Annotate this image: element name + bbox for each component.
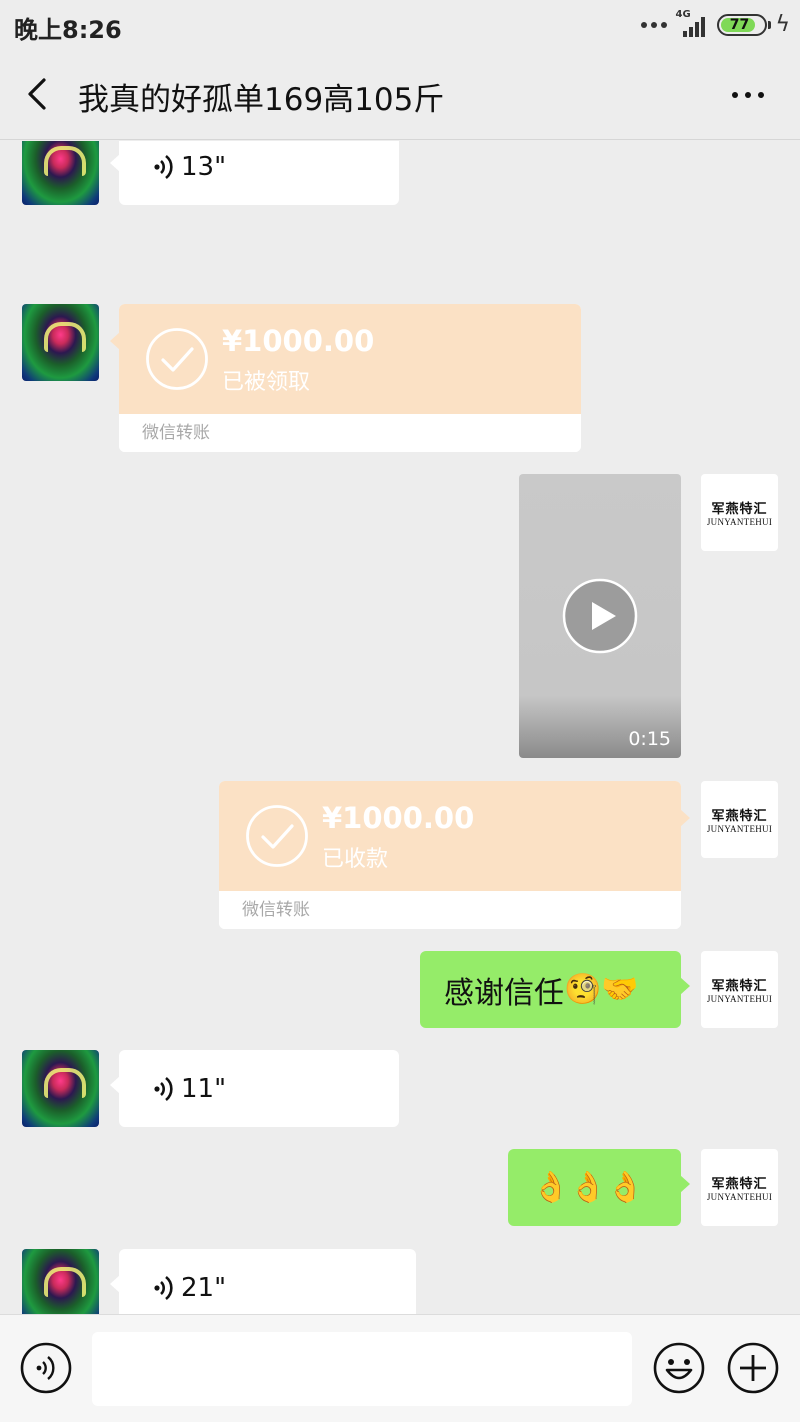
transfer-amount: ¥1000.00	[222, 324, 375, 358]
chevron-left-icon[interactable]	[22, 76, 56, 112]
check-circle-icon	[246, 805, 308, 867]
chat-title: 我真的好孤单169高105斤	[78, 82, 445, 118]
transfer-status: 已被领取	[222, 370, 311, 395]
voice-message[interactable]: 13"	[110, 141, 399, 205]
avatar-logo-cn: 军燕特汇	[711, 809, 768, 824]
input-bar	[0, 1314, 800, 1422]
status-icons: 4G 77 ϟ	[641, 9, 790, 38]
emoji-message[interactable]: 👌👌👌	[508, 1149, 690, 1226]
message-emoji: 👌👌👌	[532, 1169, 645, 1205]
plus-circle-icon[interactable]	[727, 1342, 779, 1394]
notification-dots-icon	[641, 22, 668, 28]
my-avatar[interactable]: 军燕特汇 JUNYANTEHUI	[701, 951, 778, 1028]
contact-avatar[interactable]	[22, 1050, 99, 1127]
voice-message[interactable]: 11"	[110, 1050, 399, 1127]
avatar-logo-en: JUNYANTEHUI	[706, 1192, 773, 1202]
avatar-logo-en: JUNYANTEHUI	[706, 517, 773, 527]
video-duration: 0:15	[628, 728, 671, 750]
voice-duration: 11"	[181, 1073, 227, 1104]
transfer-message[interactable]: ¥1000.00 已收款 微信转账	[219, 781, 690, 929]
transfer-footer: 微信转账	[119, 414, 581, 452]
chat-header: 我真的好孤单169高105斤	[0, 48, 800, 140]
chat-message-list[interactable]: 13" ¥1000.00 已被领取 微信转账 军燕特汇 JUNYANTEHUI …	[0, 141, 800, 1314]
voice-duration: 21"	[181, 1272, 227, 1303]
message-text: 感谢信任	[444, 975, 564, 1011]
transfer-footer: 微信转账	[219, 891, 681, 929]
message-input[interactable]	[92, 1332, 632, 1406]
message-emoji: 🧐🤝	[564, 971, 639, 1007]
transfer-message[interactable]: ¥1000.00 已被领取 微信转账	[110, 304, 581, 452]
avatar-logo-en: JUNYANTEHUI	[706, 994, 773, 1004]
voice-message[interactable]: 21"	[110, 1249, 416, 1314]
voice-wave-icon	[154, 1076, 173, 1101]
voice-input-icon[interactable]	[20, 1342, 72, 1394]
transfer-amount: ¥1000.00	[322, 801, 475, 835]
smiley-icon[interactable]	[653, 1342, 705, 1394]
voice-wave-icon	[154, 154, 173, 179]
video-message[interactable]: 0:15	[519, 474, 681, 758]
check-circle-icon	[146, 328, 208, 390]
play-icon[interactable]	[562, 578, 638, 654]
voice-wave-icon	[154, 1275, 173, 1300]
voice-duration: 13"	[181, 151, 227, 182]
avatar-logo-en: JUNYANTEHUI	[706, 824, 773, 834]
battery-icon: 77	[717, 14, 772, 36]
contact-avatar[interactable]	[22, 304, 99, 381]
avatar-logo-cn: 军燕特汇	[711, 1177, 768, 1192]
transfer-status: 已收款	[322, 847, 389, 872]
signal-icon: 4G	[675, 9, 709, 37]
avatar-logo-cn: 军燕特汇	[711, 502, 768, 517]
more-dots-icon[interactable]	[732, 92, 764, 98]
network-type: 4G	[675, 9, 691, 20]
status-bar: 晚上8:26 4G 77 ϟ	[0, 0, 800, 48]
my-avatar[interactable]: 军燕特汇 JUNYANTEHUI	[701, 474, 778, 551]
contact-avatar[interactable]	[22, 141, 99, 205]
my-avatar[interactable]: 军燕特汇 JUNYANTEHUI	[701, 1149, 778, 1226]
contact-avatar[interactable]	[22, 1249, 99, 1314]
text-message[interactable]: 感谢信任 🧐🤝	[420, 951, 690, 1028]
avatar-logo-cn: 军燕特汇	[711, 979, 768, 994]
my-avatar[interactable]: 军燕特汇 JUNYANTEHUI	[701, 781, 778, 858]
charging-icon: ϟ	[775, 12, 790, 37]
status-time: 晚上8:26	[14, 16, 122, 44]
battery-level: 77	[729, 17, 750, 33]
